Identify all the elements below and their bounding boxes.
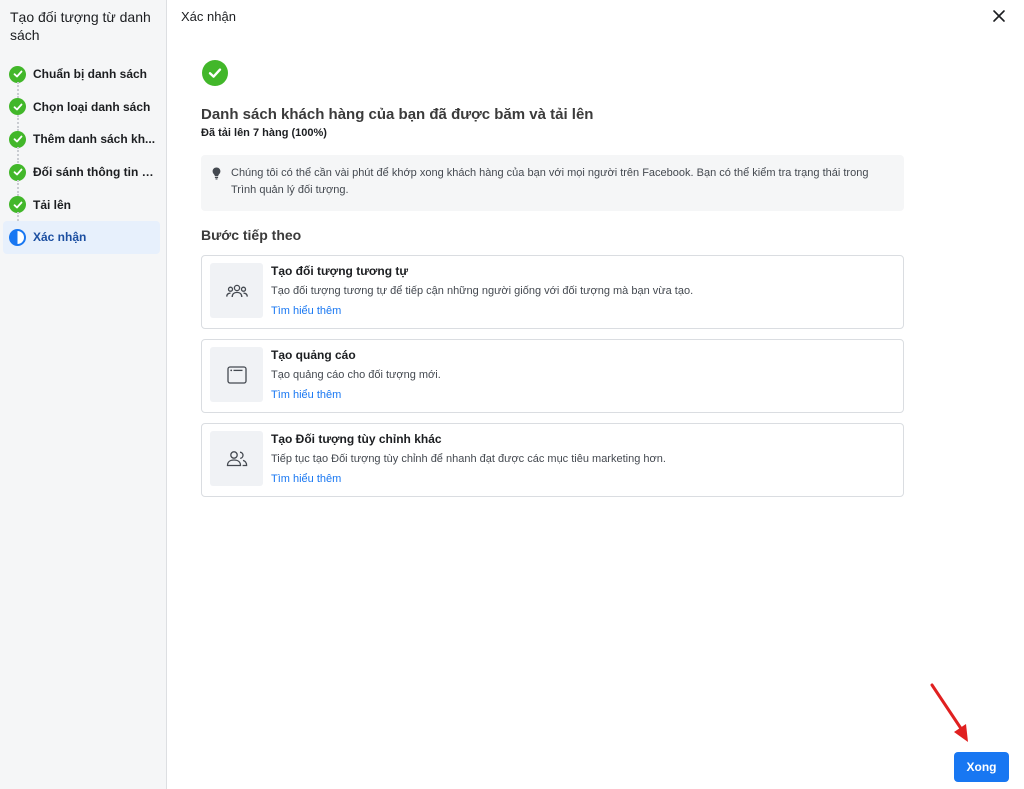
step-label: Đối sánh thông tin n... [33,165,157,180]
step-label: Tải lên [33,197,72,212]
sidebar-title: Tạo đối tượng từ danh sách [10,9,151,43]
info-text: Chúng tôi có thể cần vài phút để khớp xo… [231,167,869,196]
browser-window-icon [210,347,263,402]
learn-more-link[interactable]: Tìm hiểu thêm [271,473,341,485]
step-label: Thêm danh sách kh... [33,132,156,147]
card-description: Tiếp tục tạo Đối tượng tùy chỉnh để nhan… [271,453,666,465]
card-description: Tạo đối tượng tương tự để tiếp cận những… [271,285,694,297]
sidebar: Tạo đối tượng từ danh sách Chuẩn bị danh… [0,0,167,789]
card-title: Tạo quảng cáo [271,348,356,362]
next-steps-title: Bước tiếp theo [201,227,302,243]
lightbulb-icon [212,167,221,186]
check-circle-icon [9,98,26,116]
step-upload[interactable]: Tải lên [3,188,160,229]
info-message: Chúng tôi có thể cần vài phút để khớp xo… [201,155,904,211]
done-button[interactable]: Xong [954,752,1009,782]
success-check-icon [202,60,228,86]
check-circle-icon [9,196,26,214]
half-circle-progress-icon [9,228,26,246]
check-circle-icon [9,130,26,148]
red-arrow-annotation-icon [930,683,968,742]
step-label: Chuẩn bị danh sách [33,67,148,82]
step-prepare-list[interactable]: Chuẩn bị danh sách [3,58,160,98]
step-label: Xác nhận [33,230,87,245]
result-headline: Danh sách khách hàng của bạn đã được băm… [201,106,594,123]
step-confirm[interactable]: Xác nhận [3,220,160,254]
upload-count: Đã tải lên 7 hàng (100%) [201,127,327,139]
close-icon[interactable] [991,8,1007,24]
step-list: Chuẩn bị danh sách Chọn loại danh sách T… [3,58,160,254]
group-icon [210,263,263,318]
learn-more-link[interactable]: Tìm hiểu thêm [271,389,341,401]
people-icon [210,431,263,486]
step-label: Chọn loại danh sách [33,99,151,114]
step-choose-list-type[interactable]: Chọn loại danh sách [3,91,160,131]
page-title: Xác nhận [181,9,236,24]
step-match-info[interactable]: Đối sánh thông tin n... [3,156,160,196]
card-title: Tạo đối tượng tương tự [271,264,409,278]
card-description: Tạo quảng cáo cho đối tượng mới. [271,369,441,381]
card-create-lookalike[interactable]: Tạo đối tượng tương tự Tạo đối tượng tươ… [201,255,904,329]
check-circle-icon [9,65,26,83]
learn-more-link[interactable]: Tìm hiểu thêm [271,305,341,317]
step-add-customer-list[interactable]: Thêm danh sách kh... [3,123,160,164]
card-title: Tạo Đối tượng tùy chỉnh khác [271,432,442,446]
card-create-custom-audience[interactable]: Tạo Đối tượng tùy chỉnh khác Tiếp tục tạ… [201,423,904,497]
check-circle-icon [9,163,26,181]
card-create-ad[interactable]: Tạo quảng cáo Tạo quảng cáo cho đối tượn… [201,339,904,413]
main-panel: Xác nhận Danh sách khách hàng của bạn đã… [167,0,1024,789]
